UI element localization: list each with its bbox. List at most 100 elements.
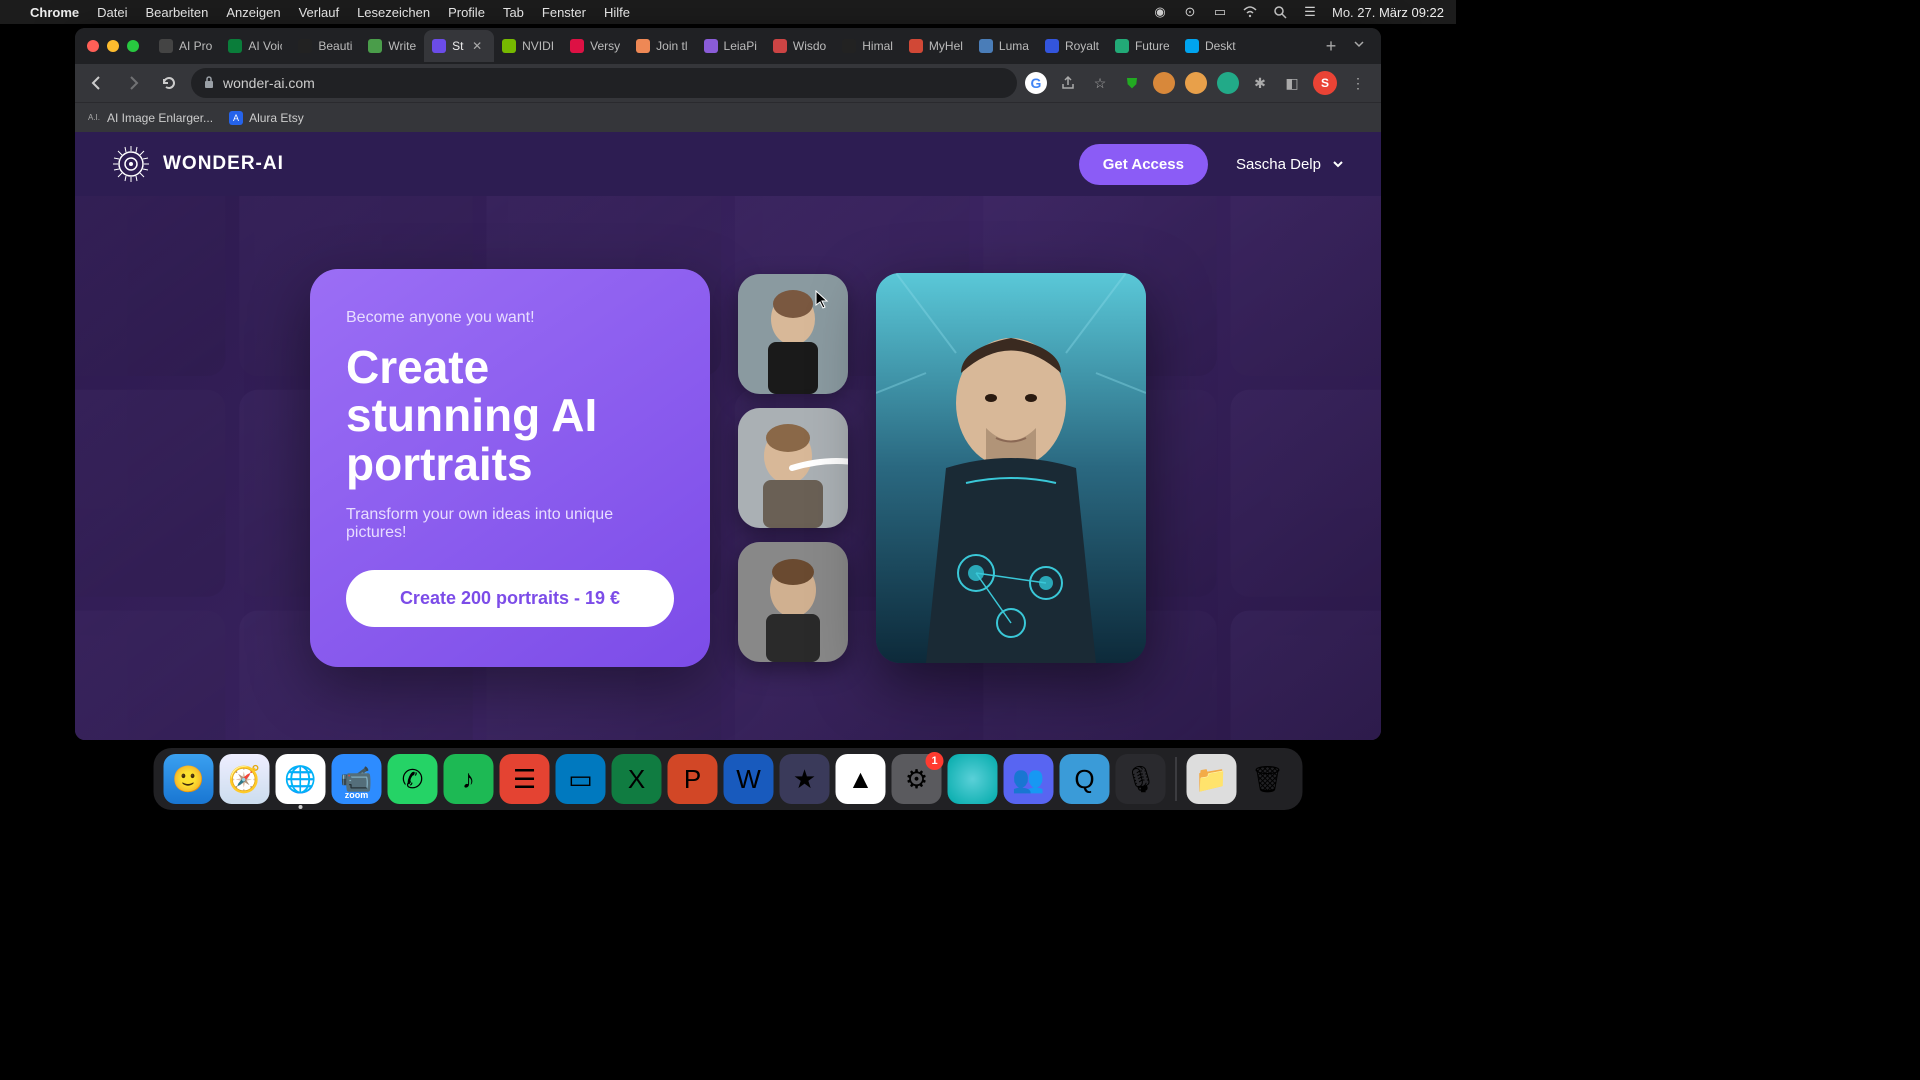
hero-subtitle: Transform your own ideas into unique pic… [346, 506, 674, 542]
address-bar[interactable]: wonder-ai.com [191, 68, 1017, 98]
hero-title: Create stunning AI portraits [346, 343, 674, 488]
browser-tab[interactable]: Deskt [1177, 30, 1244, 62]
new-tab-button[interactable]: + [1317, 32, 1345, 60]
tab-close-button[interactable]: ✕ [472, 39, 486, 53]
extension-shield-icon[interactable]: ⛊ [1121, 72, 1143, 94]
user-menu[interactable]: Sascha Delp [1236, 156, 1345, 173]
browser-tab[interactable]: MyHel [901, 30, 971, 62]
menu-verlauf[interactable]: Verlauf [299, 5, 339, 20]
dock-excel[interactable]: X [612, 754, 662, 804]
dock-trash[interactable]: 🗑 [1243, 754, 1293, 804]
maximize-window-button[interactable] [127, 40, 139, 52]
browser-tab[interactable]: Luma [971, 30, 1037, 62]
tab-title: Versy [590, 39, 620, 53]
menu-fenster[interactable]: Fenster [542, 5, 586, 20]
menu-hilfe[interactable]: Hilfe [604, 5, 630, 20]
tab-favicon-icon [979, 39, 993, 53]
tab-title: Wisdo [793, 39, 826, 53]
extension-icon-1[interactable] [1153, 72, 1175, 94]
bookmark-star-icon[interactable]: ☆ [1089, 72, 1111, 94]
sidepanel-icon[interactable]: ◧ [1281, 72, 1303, 94]
menu-anzeigen[interactable]: Anzeigen [226, 5, 280, 20]
profile-avatar[interactable]: S [1313, 71, 1337, 95]
browser-tab[interactable]: AI Pro [151, 30, 220, 62]
tab-favicon-icon [704, 39, 718, 53]
wifi-icon[interactable] [1242, 4, 1258, 20]
dock-powerpoint[interactable]: P [668, 754, 718, 804]
menu-lesezeichen[interactable]: Lesezeichen [357, 5, 430, 20]
browser-tab[interactable]: AI Voic [220, 30, 290, 62]
bookmark-alura[interactable]: A Alura Etsy [229, 111, 304, 125]
extension-icon-3[interactable] [1217, 72, 1239, 94]
dock-glyph-icon: 🌐 [284, 764, 316, 795]
tab-title: AI Voic [248, 39, 282, 53]
dock-quicktime[interactable]: Q [1060, 754, 1110, 804]
browser-tab[interactable]: Royalt [1037, 30, 1107, 62]
reload-button[interactable] [155, 69, 183, 97]
menubar-datetime[interactable]: Mo. 27. März 09:22 [1332, 5, 1444, 20]
dock-safari[interactable]: 🧭 [220, 754, 270, 804]
browser-tab[interactable]: Himal [834, 30, 901, 62]
tab-favicon-icon [773, 39, 787, 53]
extension-icon-2[interactable] [1185, 72, 1207, 94]
dock-drive[interactable]: ▲ [836, 754, 886, 804]
record-icon[interactable]: ◉ [1152, 4, 1168, 20]
browser-tab[interactable]: Versy [562, 30, 628, 62]
dock-chrome[interactable]: 🌐 [276, 754, 326, 804]
dock-finder[interactable]: 🙂 [164, 754, 214, 804]
browser-tab[interactable]: Sta ✕ [424, 30, 494, 62]
search-icon[interactable] [1272, 4, 1288, 20]
site-header: WONDER-AI Get Access Sascha Delp [75, 132, 1381, 196]
dock-imovie[interactable]: ★ [780, 754, 830, 804]
close-window-button[interactable] [87, 40, 99, 52]
browser-tab[interactable]: NVIDI [494, 30, 562, 62]
browser-tab[interactable]: Join tl [628, 30, 695, 62]
dock-discord[interactable]: 👥 [1004, 754, 1054, 804]
extensions-puzzle-icon[interactable]: ✱ [1249, 72, 1271, 94]
dock-whatsapp[interactable]: ✆ [388, 754, 438, 804]
dock-downloads[interactable]: 📁 [1187, 754, 1237, 804]
tab-title: Himal [862, 39, 893, 53]
clock-icon[interactable]: ⊙ [1182, 4, 1198, 20]
browser-tab[interactable]: Wisdo [765, 30, 834, 62]
dock-trello[interactable]: ▭ [556, 754, 606, 804]
browser-tab[interactable]: LeiaPi [696, 30, 765, 62]
create-portraits-button[interactable]: Create 200 portraits - 19 € [346, 570, 674, 627]
dock-todoist[interactable]: ☰ [500, 754, 550, 804]
dock-spotify[interactable]: ♪ [444, 754, 494, 804]
menu-profile[interactable]: Profile [448, 5, 485, 20]
dock-settings[interactable]: ⚙1 [892, 754, 942, 804]
battery-icon[interactable]: ▭ [1212, 4, 1228, 20]
back-button[interactable] [83, 69, 111, 97]
minimize-window-button[interactable] [107, 40, 119, 52]
get-access-button[interactable]: Get Access [1079, 144, 1208, 185]
tab-title: Sta [452, 39, 464, 53]
browser-tab[interactable]: Beauti [290, 30, 360, 62]
dock-glyph-icon: 🧭 [228, 764, 260, 795]
bookmark-ai-enlarger[interactable]: A.I. AI Image Enlarger... [87, 111, 213, 125]
dock-zoom[interactable]: 📹zoom [332, 754, 382, 804]
menu-datei[interactable]: Datei [97, 5, 127, 20]
menu-tab[interactable]: Tab [503, 5, 524, 20]
tab-title: Future [1135, 39, 1169, 53]
hero-kicker: Become anyone you want! [346, 309, 674, 327]
dock-audio[interactable]: 🎙 [1116, 754, 1166, 804]
dock-word[interactable]: W [724, 754, 774, 804]
control-center-icon[interactable]: ☰ [1302, 4, 1318, 20]
browser-tab[interactable]: Write [360, 30, 424, 62]
menubar-app-name[interactable]: Chrome [30, 5, 79, 20]
dock-badge: 1 [926, 752, 944, 770]
dock-glyph-icon: ⚙ [905, 764, 928, 795]
macos-dock: 🙂🧭🌐📹zoom✆♪☰▭XPW★▲⚙1👥Q🎙 📁🗑 [154, 748, 1303, 810]
tab-favicon-icon [1115, 39, 1129, 53]
bookmark-bar: A.I. AI Image Enlarger... A Alura Etsy [75, 102, 1381, 132]
forward-button[interactable] [119, 69, 147, 97]
menu-bearbeiten[interactable]: Bearbeiten [145, 5, 208, 20]
dock-app-teal[interactable] [948, 754, 998, 804]
share-icon[interactable] [1057, 72, 1079, 94]
site-logo[interactable]: WONDER-AI [111, 144, 284, 184]
tabs-dropdown-button[interactable] [1345, 37, 1373, 55]
chrome-menu-button[interactable]: ⋮ [1347, 72, 1369, 94]
translate-icon[interactable]: G [1025, 72, 1047, 94]
browser-tab[interactable]: Future [1107, 30, 1177, 62]
